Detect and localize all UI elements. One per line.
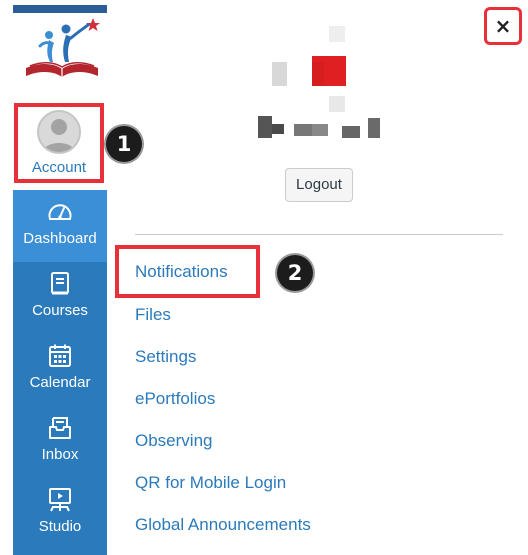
tray-divider bbox=[135, 234, 503, 235]
nav-item-dashboard[interactable]: Dashboard bbox=[13, 190, 107, 262]
nav-top-accent bbox=[13, 5, 107, 13]
tray-link-notifications[interactable]: Notifications bbox=[135, 262, 228, 282]
nav-item-calendar[interactable]: Calendar bbox=[13, 334, 107, 406]
nav-item-inbox[interactable]: Inbox bbox=[13, 406, 107, 478]
calendar-icon bbox=[49, 344, 71, 367]
profile-picture bbox=[256, 26, 386, 148]
inbox-icon bbox=[49, 417, 71, 439]
school-logo[interactable] bbox=[20, 16, 104, 84]
close-tray-button[interactable]: × bbox=[484, 7, 522, 45]
nav-item-label: Inbox bbox=[41, 446, 79, 463]
nav-item-label: Courses bbox=[32, 302, 88, 319]
tray-link-files[interactable]: Files bbox=[135, 305, 171, 325]
logout-button[interactable]: Logout bbox=[285, 168, 353, 202]
nav-item-label: Studio bbox=[38, 518, 82, 535]
account-tray-screen: Account Dashboard Courses Calendar Inbox… bbox=[0, 0, 528, 555]
tray-link-qr-mobile-login[interactable]: QR for Mobile Login bbox=[135, 473, 286, 493]
nav-item-label: Dashboard bbox=[23, 230, 97, 247]
account-highlight-box bbox=[14, 103, 104, 183]
tray-link-eportfolios[interactable]: ePortfolios bbox=[135, 389, 215, 409]
tray-link-settings[interactable]: Settings bbox=[135, 347, 196, 367]
nav-item-label: Calendar bbox=[29, 374, 91, 391]
step-2-badge: 2 bbox=[277, 255, 313, 291]
step-1-badge: 1 bbox=[106, 126, 142, 162]
nav-item-studio[interactable]: Studio bbox=[13, 478, 107, 550]
studio-icon bbox=[49, 488, 71, 512]
dashboard-icon bbox=[48, 204, 72, 220]
global-nav: Account Dashboard Courses Calendar Inbox… bbox=[13, 0, 107, 555]
nav-item-courses[interactable]: Courses bbox=[13, 262, 107, 334]
courses-icon bbox=[51, 272, 69, 295]
tray-link-global-announcements[interactable]: Global Announcements bbox=[135, 515, 311, 535]
tray-link-observing[interactable]: Observing bbox=[135, 431, 212, 451]
